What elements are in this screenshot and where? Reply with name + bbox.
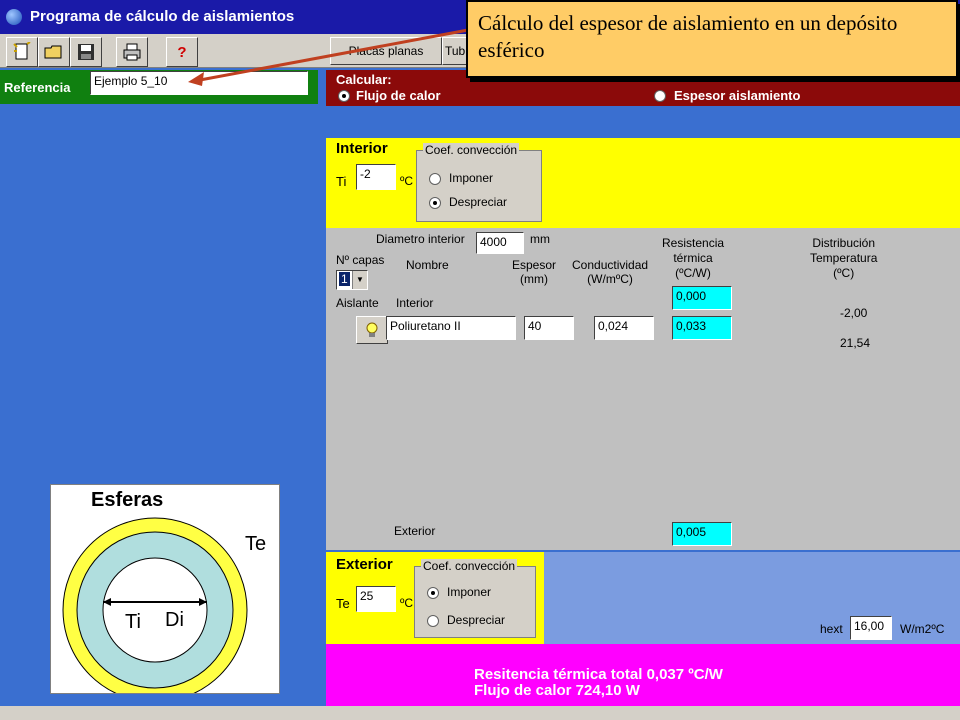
annotation-callout: Cálculo del espesor de aislamiento en un… [466,0,958,78]
status-bar [0,706,960,720]
callout-arrow [188,28,469,86]
